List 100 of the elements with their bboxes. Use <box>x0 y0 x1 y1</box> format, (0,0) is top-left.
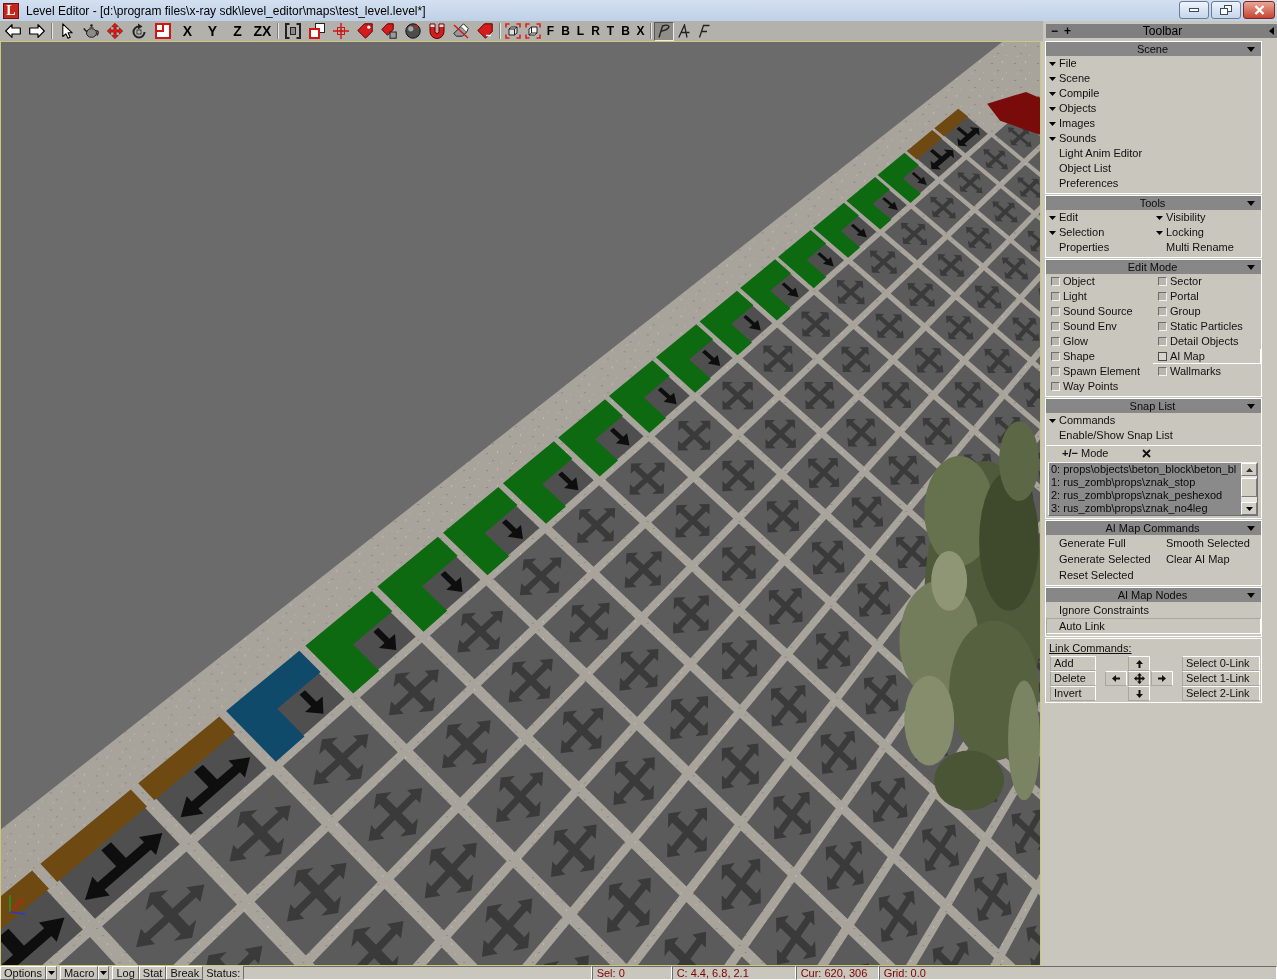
mode-button[interactable]: +/− Mode <box>1060 446 1111 461</box>
down-arrow-button[interactable] <box>1128 686 1150 701</box>
checkbox[interactable] <box>1158 336 1167 346</box>
toggle-button[interactable]: Ignore Constraints <box>1046 602 1261 618</box>
checkbox[interactable] <box>1051 321 1060 331</box>
command-item[interactable]: Object List <box>1046 161 1261 176</box>
view-button[interactable]: B <box>618 21 633 41</box>
status-button[interactable]: Log <box>112 966 139 980</box>
edit-mode-option[interactable]: Spawn Element <box>1046 364 1153 379</box>
section-header[interactable]: Snap List <box>1046 399 1261 413</box>
left-arrow-button[interactable] <box>1105 671 1127 686</box>
edit-mode-option[interactable]: Glow <box>1046 334 1153 349</box>
status-button[interactable]: Stat <box>138 966 167 980</box>
menu-item[interactable]: Compile <box>1046 86 1261 101</box>
checkbox[interactable] <box>1051 366 1060 376</box>
menu-item[interactable]: Images <box>1046 116 1261 131</box>
command-item[interactable]: Light Anim Editor <box>1046 146 1261 161</box>
axis-button[interactable]: Y <box>200 21 225 41</box>
edit-mode-option[interactable]: Sector <box>1153 274 1261 289</box>
list-item[interactable]: 0: props\objects\beton_block\beton_bl <box>1051 463 1241 476</box>
minimize-button[interactable] <box>1179 1 1209 19</box>
list-item[interactable]: 3: rus_zomb\props\znak_no4leg <box>1051 502 1241 515</box>
edit-mode-option[interactable]: Wallmarks <box>1153 364 1261 379</box>
toolbar-button[interactable] <box>654 21 674 41</box>
command-item[interactable]: Multi Rename <box>1153 240 1261 255</box>
view-button[interactable]: F <box>543 21 558 41</box>
command-button[interactable]: Generate Full <box>1046 535 1153 551</box>
axis-button[interactable]: Z <box>225 21 250 41</box>
menu-item[interactable]: Locking <box>1153 225 1261 240</box>
header-button[interactable]: + <box>1061 24 1075 38</box>
command-button[interactable]: Smooth Selected <box>1153 535 1261 551</box>
edit-mode-option[interactable]: Shape <box>1046 349 1153 364</box>
right-arrow-button[interactable] <box>1151 671 1173 686</box>
command-item[interactable]: Preferences <box>1046 176 1261 191</box>
select-link-button[interactable]: Select 1-Link <box>1182 671 1260 686</box>
section-header[interactable]: Tools <box>1046 196 1261 210</box>
edit-mode-option[interactable]: AI Map <box>1153 349 1261 364</box>
list-item[interactable]: 2: rus_zomb\props\znak_peshexod <box>1051 489 1241 502</box>
dropdown-button[interactable] <box>45 966 57 980</box>
toolbar-button[interactable] <box>523 21 543 41</box>
checkbox[interactable] <box>1158 276 1167 286</box>
scroll-down-button[interactable] <box>1241 502 1257 515</box>
checkbox[interactable] <box>1051 276 1060 286</box>
menu-item[interactable]: Scene <box>1046 71 1261 86</box>
checkbox[interactable] <box>1158 366 1167 376</box>
menu-button[interactable]: Options <box>0 966 46 980</box>
checkbox[interactable] <box>1051 306 1060 316</box>
command-button[interactable]: Clear AI Map <box>1153 551 1261 567</box>
header-button[interactable]: − <box>1048 24 1061 38</box>
command-button[interactable]: Reset Selected <box>1046 567 1153 583</box>
menu-item[interactable]: Edit <box>1046 210 1153 225</box>
view-button[interactable]: T <box>603 21 618 41</box>
edit-mode-option[interactable]: Sound Env <box>1046 319 1153 334</box>
edit-mode-option[interactable]: Light <box>1046 289 1153 304</box>
view-button[interactable]: B <box>558 21 573 41</box>
edit-mode-option[interactable]: Object <box>1046 274 1153 289</box>
status-button[interactable]: Break <box>166 966 204 980</box>
menu-item[interactable]: File <box>1046 56 1261 71</box>
section-header[interactable]: Scene <box>1046 42 1261 56</box>
list-item[interactable]: 1: rus_zomb\props\znak_stop <box>1051 476 1241 489</box>
scroll-up-button[interactable] <box>1241 463 1257 476</box>
select-link-button[interactable]: Select 0-Link <box>1182 656 1260 671</box>
command-button[interactable]: Generate Selected <box>1046 551 1153 567</box>
menu-item[interactable]: Visibility <box>1153 210 1261 225</box>
scrollbar-thumb[interactable] <box>1241 478 1257 497</box>
view-button[interactable]: X <box>633 21 648 41</box>
edit-mode-option[interactable]: Group <box>1153 304 1261 319</box>
section-header[interactable]: AI Map Nodes <box>1046 588 1261 602</box>
checkbox[interactable] <box>1158 351 1167 361</box>
command-item[interactable]: Enable/Show Snap List <box>1046 428 1261 443</box>
action-button[interactable]: Delete <box>1050 671 1096 686</box>
view-button[interactable]: R <box>588 21 603 41</box>
snap-list[interactable]: 0: props\objects\beton_block\beton_bl 1: rus_zomb\props\znak_stop 2: rus_zomb\props\znak_peshexod 3: rus_zomb\props\znak_no4leg <box>1048 462 1258 516</box>
center-move-button[interactable] <box>1128 671 1150 686</box>
checkbox[interactable] <box>1158 306 1167 316</box>
section-header[interactable]: AI Map Commands <box>1046 521 1261 535</box>
menu-item[interactable]: Commands <box>1046 413 1261 428</box>
menu-item[interactable]: Objects <box>1046 101 1261 116</box>
edit-mode-option[interactable]: Sound Source <box>1046 304 1153 319</box>
checkbox[interactable] <box>1051 291 1060 301</box>
checkbox[interactable] <box>1051 381 1060 391</box>
menu-button[interactable]: Macro <box>59 966 99 980</box>
axis-button[interactable]: ZX <box>250 21 275 41</box>
action-button[interactable]: Invert <box>1050 686 1096 701</box>
remove-button[interactable] <box>1140 447 1154 460</box>
restore-button[interactable] <box>1211 1 1241 19</box>
view-button[interactable]: L <box>573 21 588 41</box>
menu-item[interactable]: Selection <box>1046 225 1153 240</box>
command-item[interactable]: Properties <box>1046 240 1153 255</box>
checkbox[interactable] <box>1051 336 1060 346</box>
axis-button[interactable]: X <box>175 21 200 41</box>
menu-item[interactable]: Sounds <box>1046 131 1261 146</box>
up-arrow-button[interactable] <box>1128 656 1150 671</box>
dropdown-button[interactable] <box>98 966 110 980</box>
toolbar-button[interactable] <box>503 21 523 41</box>
checkbox[interactable] <box>1051 351 1060 361</box>
checkbox[interactable] <box>1158 321 1167 331</box>
action-button[interactable]: Add <box>1050 656 1096 671</box>
edit-mode-option[interactable]: Portal <box>1153 289 1261 304</box>
edit-mode-option[interactable]: Static Particles <box>1153 319 1261 334</box>
